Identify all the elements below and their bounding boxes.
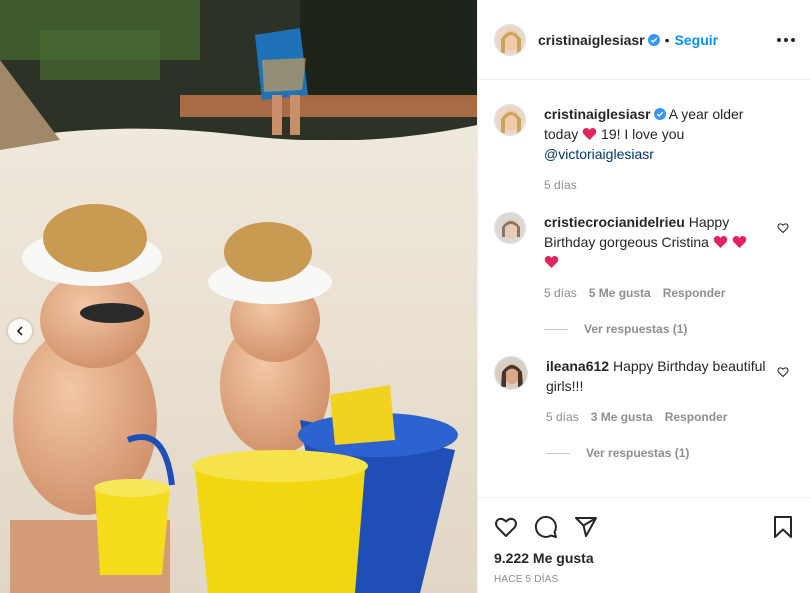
post-header: cristinaiglesiasr • Seguir [478, 0, 811, 80]
comment-item: cristiecrocianidelrieu Happy Birthday go… [494, 212, 795, 336]
caption-text-end: 19! I love you [601, 126, 685, 142]
carousel-prev-button[interactable] [8, 319, 32, 343]
red-heart-emoji-icon [713, 236, 728, 248]
post-actions: 9.222 Me gusta HACE 5 DÍAS [478, 497, 811, 593]
comment-icon-glyph [534, 515, 557, 538]
comment-text: cristiecrocianidelrieu Happy Birthday go… [544, 212, 764, 272]
comment-time[interactable]: 5 días [546, 410, 579, 424]
red-heart-emoji-icon [544, 256, 559, 268]
caption-mention[interactable]: @victoriaiglesiasr [544, 146, 654, 162]
verified-badge-icon [653, 108, 666, 120]
comment-time[interactable]: 5 días [544, 286, 577, 300]
comment-like-heart-icon[interactable] [777, 222, 789, 234]
bookmark-icon[interactable] [771, 515, 795, 539]
chevron-left-icon [16, 326, 23, 336]
caption: cristinaiglesiasr A year older today 19!… [494, 104, 795, 192]
comment-text: ileana612 Happy Birthday beautiful girls… [546, 356, 766, 396]
reply-button[interactable]: Responder [663, 286, 726, 300]
red-heart-emoji-icon [732, 236, 747, 248]
avatar-image [495, 357, 527, 389]
comment-like-heart-icon[interactable] [777, 366, 789, 378]
caption-meta: 5 días [544, 178, 764, 192]
comment-username[interactable]: cristiecrocianidelrieu [544, 214, 685, 230]
avatar-image [495, 213, 525, 243]
avatar[interactable] [494, 104, 526, 136]
comment-meta: 5 días 5 Me gusta Responder [544, 286, 764, 300]
post-photo [0, 0, 477, 593]
author-username[interactable]: cristinaiglesiasr [538, 32, 645, 48]
post-dialog: cristinaiglesiasr • Seguir cristinaigles… [0, 0, 811, 593]
comment-meta: 5 días 3 Me gusta Responder [546, 410, 766, 424]
heart-icon-glyph [495, 517, 517, 537]
caption-text: cristinaiglesiasr A year older today 19!… [544, 104, 764, 164]
share-icon-glyph [575, 517, 597, 537]
verified-badge-icon [647, 33, 660, 46]
caption-time[interactable]: 5 días [544, 178, 577, 192]
replies-divider [544, 328, 568, 330]
comment-username[interactable]: ileana612 [546, 358, 609, 374]
avatar[interactable] [494, 356, 528, 390]
like-count[interactable]: 9.222 Me gusta [494, 550, 795, 566]
comment-likes[interactable]: 3 Me gusta [591, 410, 653, 424]
view-replies-label: Ver respuestas (1) [586, 446, 690, 460]
post-timestamp[interactable]: HACE 5 DÍAS [494, 574, 795, 585]
heart-icon[interactable] [494, 515, 518, 539]
view-replies-button[interactable]: Ver respuestas (1) [544, 322, 764, 336]
comment-icon[interactable] [534, 515, 558, 539]
avatar[interactable] [494, 212, 526, 244]
comment-item: ileana612 Happy Birthday beautiful girls… [494, 356, 795, 460]
replies-divider [546, 452, 570, 454]
action-icons [494, 510, 795, 544]
avatar[interactable] [494, 23, 526, 56]
view-replies-label: Ver respuestas (1) [584, 322, 688, 336]
caption-username[interactable]: cristinaiglesiasr [544, 106, 651, 122]
post-side-panel: cristinaiglesiasr • Seguir cristinaigles… [477, 0, 811, 593]
red-heart-emoji-icon [582, 128, 597, 140]
share-icon[interactable] [574, 515, 598, 539]
post-media[interactable] [0, 0, 477, 593]
comments-list: cristinaiglesiasr A year older today 19!… [478, 80, 811, 497]
reply-button[interactable]: Responder [665, 410, 728, 424]
comment-likes[interactable]: 5 Me gusta [589, 286, 651, 300]
avatar-image [495, 105, 525, 135]
separator-dot: • [664, 31, 670, 48]
view-replies-button[interactable]: Ver respuestas (1) [546, 446, 766, 460]
avatar-image [495, 24, 525, 55]
bookmark-icon-glyph [774, 516, 792, 538]
follow-button[interactable]: Seguir [675, 32, 719, 48]
more-options-icon[interactable] [777, 37, 795, 42]
